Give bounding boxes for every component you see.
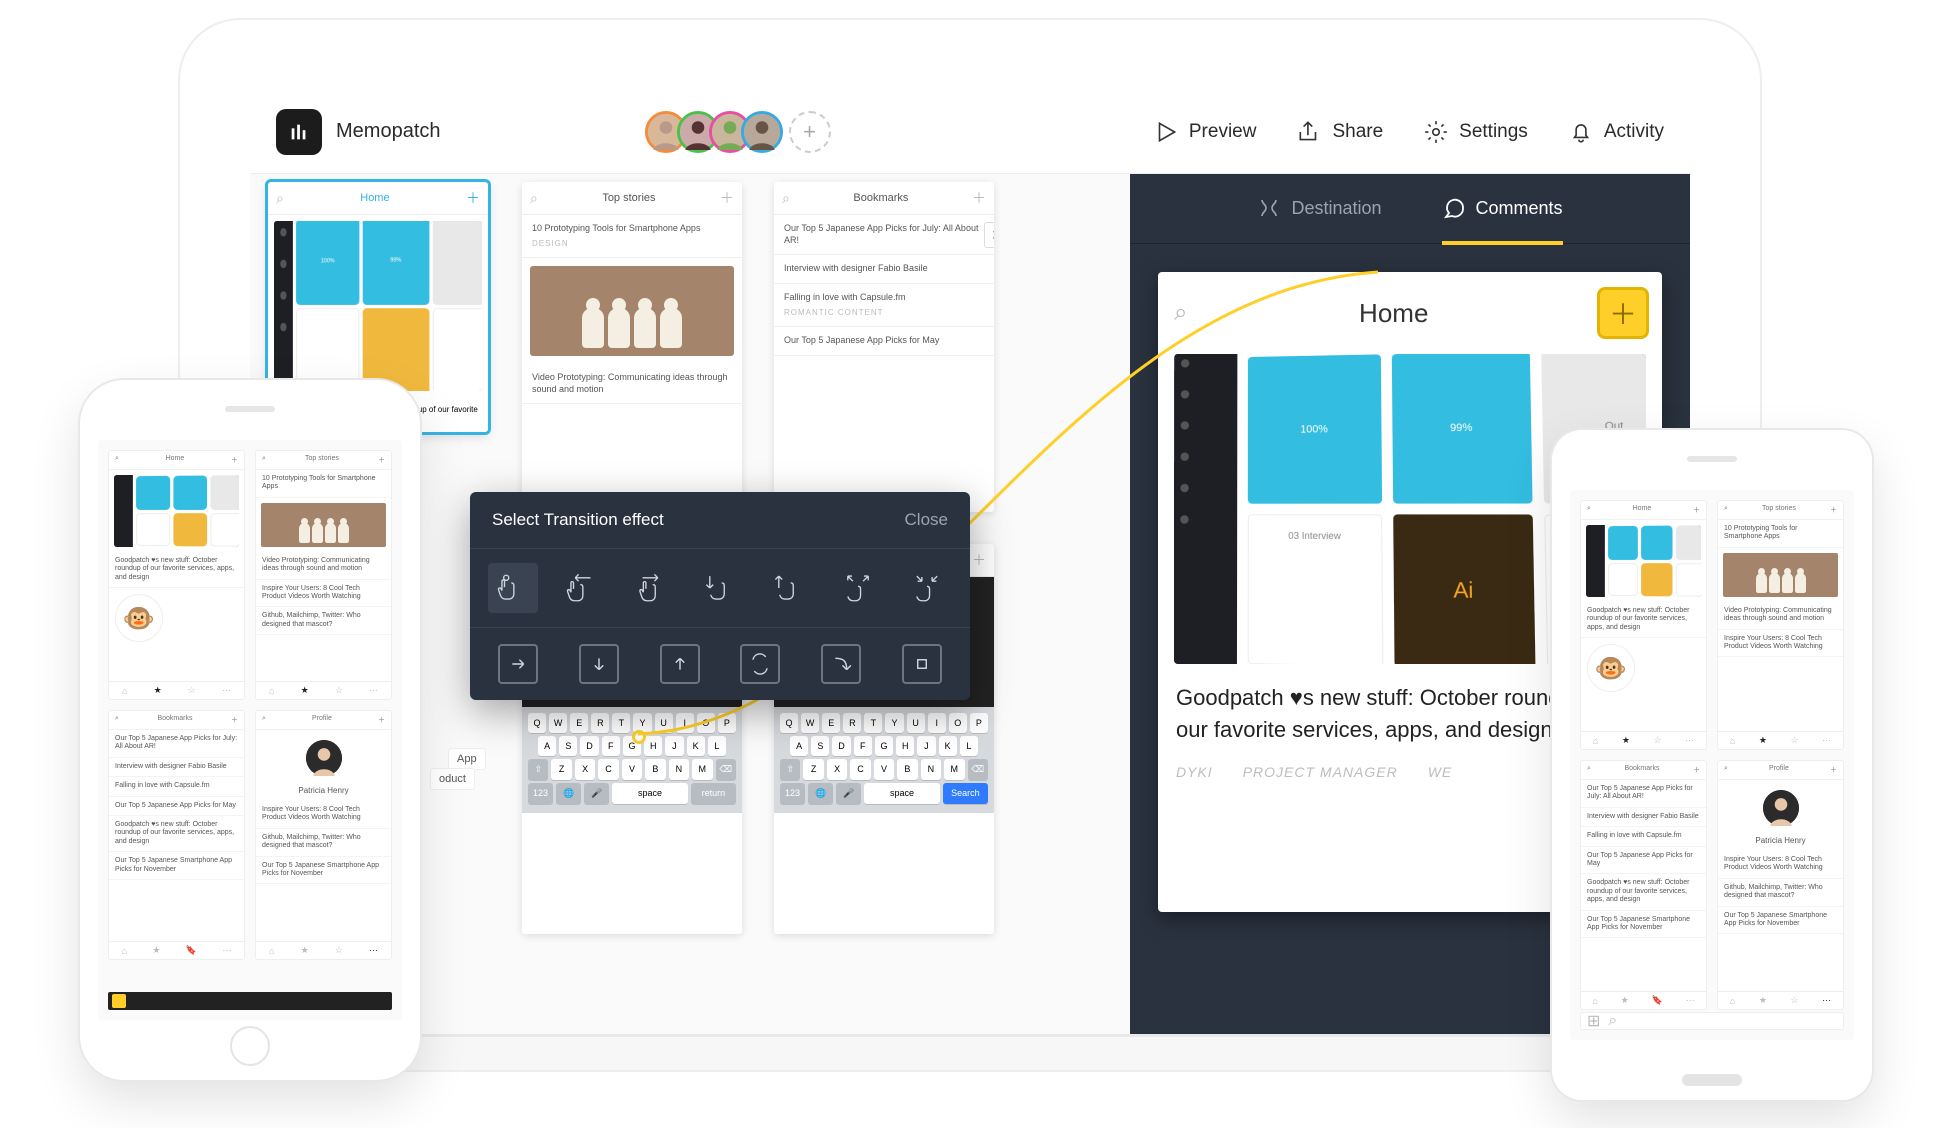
app-header: Memopatch + Preview Share (250, 90, 1690, 174)
profile-avatar (306, 740, 342, 776)
modal-title: Select Transition effect (492, 510, 664, 530)
laptop-base (240, 1034, 1700, 1070)
screen-tile-bookmarks[interactable]: ⌕Bookmarks＋ Our Top 5 Japanese App Picks… (774, 182, 994, 512)
tab-destination[interactable]: Destination (1257, 197, 1381, 221)
project-name: Memopatch (336, 120, 441, 143)
transition-curl[interactable] (821, 644, 861, 684)
kbd-row-1b: QWERTYUIOP (780, 713, 988, 733)
transition-slide-down[interactable] (579, 644, 619, 684)
tab-comments[interactable]: Comments (1442, 197, 1563, 245)
profile-name: Patricia Henry (1718, 836, 1843, 845)
plus-icon[interactable]: ＋ (720, 188, 734, 208)
modal-close-button[interactable]: Close (905, 510, 948, 530)
share-icon (1296, 119, 1322, 145)
share-label: Share (1332, 121, 1383, 143)
transition-row (470, 627, 970, 700)
tile-title: Bookmarks (853, 192, 908, 204)
play-icon (1153, 119, 1179, 145)
search-icon: ⌕ (276, 190, 284, 207)
laptop-screen: Memopatch + Preview Share (250, 90, 1690, 1070)
tile-close-button[interactable]: ✕ (984, 222, 994, 248)
gesture-tap[interactable] (488, 563, 538, 613)
profile-avatar (1763, 790, 1799, 826)
gear-icon (1423, 119, 1449, 145)
phone-bottom-bar[interactable]: ⊞⌕ (1580, 1012, 1844, 1030)
plus-icon[interactable]: ＋ (972, 188, 986, 208)
gesture-pinch[interactable] (833, 563, 883, 613)
gesture-swipe-up[interactable] (764, 563, 814, 613)
route-icon (1257, 197, 1281, 221)
android-screen[interactable]: ⌕Home＋ Goodpatch ♥s new stuff: October r… (1570, 490, 1854, 1040)
activity-button[interactable]: Activity (1568, 119, 1664, 145)
add-screen-button[interactable] (112, 994, 126, 1008)
tile-title-partial-app: App (448, 748, 486, 770)
mascot-icon: 🐵 (115, 594, 163, 642)
gesture-spread[interactable] (902, 563, 952, 613)
phone-bottom-bar[interactable] (108, 992, 392, 1010)
preview-button[interactable]: Preview (1153, 119, 1257, 145)
kbd-row-1: QWERTYUIOP (528, 713, 736, 733)
mini-tile-profile[interactable]: ⌕Profile＋ Patricia Henry Inspire Your Us… (255, 710, 392, 960)
mini-tile-home[interactable]: ⌕Home＋ Goodpatch ♥s new stuff: October r… (108, 450, 245, 700)
collaborator-avatars: + (655, 111, 831, 153)
bars-icon (288, 121, 310, 143)
tile-title-partial-oduct: oduct (430, 768, 475, 790)
settings-label: Settings (1459, 121, 1528, 143)
settings-button[interactable]: Settings (1423, 119, 1528, 145)
kbd-row-3b: ⇧ZXCVBNM⌫ (780, 759, 988, 780)
bell-icon (1568, 119, 1594, 145)
avatar-4[interactable] (741, 111, 783, 153)
comment-icon (1442, 197, 1466, 221)
gesture-swipe-down[interactable] (695, 563, 745, 613)
dash-card: 99% (363, 221, 429, 304)
transition-flip[interactable] (740, 644, 780, 684)
preview-title: Home (1359, 298, 1428, 329)
mascot-icon: 🐵 (1587, 644, 1635, 692)
mini-tile-bookmarks[interactable]: ⌕Bookmarks＋ Our Top 5 Japanese App Picks… (1580, 760, 1707, 1010)
activity-label: Activity (1604, 121, 1664, 143)
kbd-row-3: ⇧ZXCVBNM⌫ (528, 759, 736, 780)
header-actions: Preview Share Settings Activity (1153, 119, 1664, 145)
mini-tile-top-stories[interactable]: ⌕Top stories＋ 10 Prototyping Tools for S… (255, 450, 392, 700)
android-home-button[interactable] (1682, 1074, 1742, 1086)
article-thumb (530, 266, 734, 356)
tile-title: Home (360, 192, 389, 204)
gesture-row (470, 548, 970, 627)
gesture-swipe-right[interactable] (626, 563, 676, 613)
preview-label: Preview (1189, 121, 1257, 143)
profile-name: Patricia Henry (256, 786, 391, 795)
tile-title: Top stories (602, 192, 655, 204)
add-hotspot-button[interactable]: ＋ (1600, 290, 1646, 336)
transition-slide-right[interactable] (498, 644, 538, 684)
app-logo[interactable] (276, 109, 322, 155)
canvas-zone: ⌕ Home ＋ 100% 99% (250, 174, 1690, 1070)
ios-keyboard: QWERTYUIOP ASDFGHJKL ⇧ZXCVBNM⌫ 123 🌐 🎤 s… (774, 707, 994, 813)
search-icon: ⌕ (782, 190, 790, 207)
phone-android: ⌕Home＋ Goodpatch ♥s new stuff: October r… (1552, 430, 1872, 1100)
mini-tile-top-stories[interactable]: ⌕Top stories＋ 10 Prototyping Tools for S… (1717, 500, 1844, 750)
screen-tile-top-stories[interactable]: ⌕Top stories＋ 10 Prototyping Tools for S… (522, 182, 742, 512)
plus-icon[interactable]: ＋ (466, 188, 480, 208)
iphone-home-button[interactable] (230, 1026, 270, 1066)
transition-none[interactable] (902, 644, 942, 684)
transition-modal: Select Transition effect Close (470, 492, 970, 700)
mini-tile-profile[interactable]: ⌕Profile＋ Patricia Henry Inspire Your Us… (1717, 760, 1844, 1010)
ios-keyboard: QWERTYUIOP ASDFGHJKL ⇧ZXCVBNM⌫ 123 🌐 🎤 s… (522, 707, 742, 813)
mini-tile-bookmarks[interactable]: ⌕Bookmarks＋ Our Top 5 Japanese App Picks… (108, 710, 245, 960)
kbd-row-2b: ASDFGHJKL (780, 736, 988, 756)
gesture-swipe-left[interactable] (557, 563, 607, 613)
iphone-screen[interactable]: ⌕Home＋ Goodpatch ♥s new stuff: October r… (98, 440, 402, 1020)
dash-card: 100% (296, 221, 360, 304)
phone-iphone: ⌕Home＋ Goodpatch ♥s new stuff: October r… (80, 380, 420, 1080)
mini-tile-home[interactable]: ⌕Home＋ Goodpatch ♥s new stuff: October r… (1580, 500, 1707, 750)
search-icon: ⌕ (530, 190, 538, 207)
share-button[interactable]: Share (1296, 119, 1383, 145)
transition-slide-up[interactable] (660, 644, 700, 684)
link-origin-dot[interactable] (632, 730, 646, 744)
add-collaborator-button[interactable]: + (789, 111, 831, 153)
search-icon[interactable]: ⌕ (1174, 299, 1187, 327)
plus-icon[interactable]: ＋ (972, 550, 986, 570)
